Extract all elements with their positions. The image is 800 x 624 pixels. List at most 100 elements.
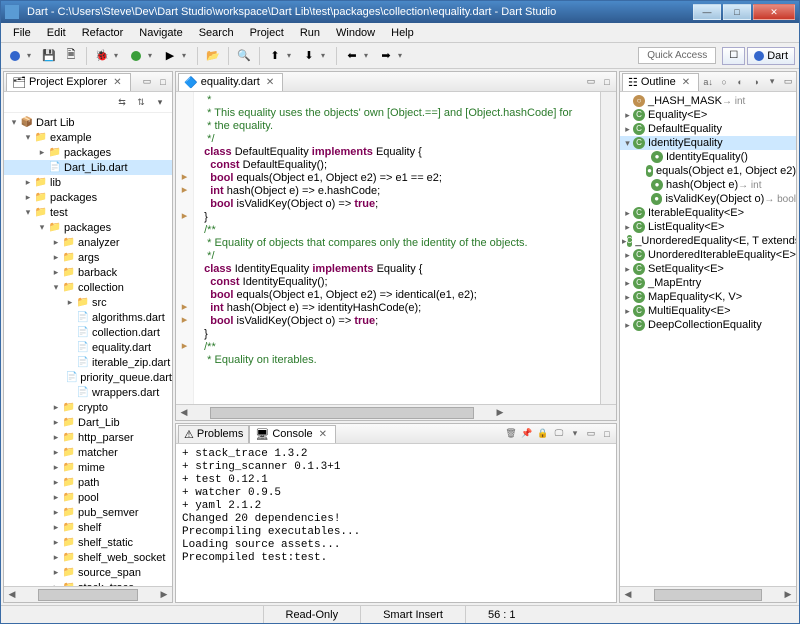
menu-search[interactable]: Search bbox=[191, 25, 242, 41]
tree-item[interactable]: iterable_zip.dart bbox=[4, 355, 172, 370]
problems-tab[interactable]: ⚠ Problems bbox=[178, 425, 249, 443]
tree-item[interactable]: ▸packages bbox=[4, 190, 172, 205]
back-dropdown[interactable]: ▾ bbox=[364, 51, 374, 60]
dart-perspective-button[interactable]: Dart bbox=[747, 47, 795, 65]
prev-annotation-dropdown[interactable]: ▾ bbox=[287, 51, 297, 60]
tree-item[interactable]: equality.dart bbox=[4, 340, 172, 355]
outline-toggle-icon[interactable]: ▸ bbox=[622, 320, 633, 331]
outline-item[interactable]: ●hash(Object e) → int bbox=[620, 178, 796, 192]
gutter-fold-icon[interactable]: ▸ bbox=[176, 209, 193, 222]
outline-toggle-icon[interactable]: ▸ bbox=[622, 278, 633, 289]
outline-tree[interactable]: ○_HASH_MASK → int▸CEquality<E>▸CDefaultE… bbox=[620, 92, 796, 586]
console-scroll-lock-button[interactable]: 🔒 bbox=[536, 427, 550, 441]
outline-item[interactable]: ●IdentityEquality() bbox=[620, 150, 796, 164]
next-annotation-dropdown[interactable]: ▾ bbox=[321, 51, 331, 60]
next-annotation-button[interactable]: ⬇ bbox=[299, 46, 319, 66]
tree-item[interactable]: ▾test bbox=[4, 205, 172, 220]
outline-item[interactable]: ▾CIdentityEquality bbox=[620, 136, 796, 150]
outline-toggle-icon[interactable]: ▸ bbox=[622, 306, 633, 317]
editor-tab[interactable]: 🔷 equality.dart ✕ bbox=[178, 73, 283, 91]
debug-button[interactable]: 🐞 bbox=[92, 46, 112, 66]
tree-item[interactable]: priority_queue.dart bbox=[4, 370, 172, 385]
gutter-fold-icon[interactable]: ▸ bbox=[176, 339, 193, 352]
menu-project[interactable]: Project bbox=[242, 25, 292, 41]
tree-item[interactable]: ▸packages bbox=[4, 145, 172, 160]
tree-item[interactable]: ▸source_span bbox=[4, 565, 172, 580]
close-button[interactable]: ✕ bbox=[753, 4, 795, 20]
tree-item[interactable]: ▾packages bbox=[4, 220, 172, 235]
tree-item[interactable]: collection.dart bbox=[4, 325, 172, 340]
tree-toggle-icon[interactable]: ▾ bbox=[8, 117, 20, 128]
outline-toggle-icon[interactable]: ▸ bbox=[622, 208, 633, 219]
outline-item[interactable]: ▸CSetEquality<E> bbox=[620, 262, 796, 276]
menu-edit[interactable]: Edit bbox=[39, 25, 74, 41]
tree-toggle-icon[interactable]: ▸ bbox=[50, 507, 62, 518]
tree-item[interactable]: ▸mime bbox=[4, 460, 172, 475]
outline-minimize-button[interactable]: ▭ bbox=[781, 75, 795, 89]
console-display-button[interactable]: 🖵 bbox=[552, 427, 566, 441]
forward-dropdown[interactable]: ▾ bbox=[398, 51, 408, 60]
outline-hide-fields-button[interactable]: ○ bbox=[717, 75, 731, 89]
tree-toggle-icon[interactable]: ▸ bbox=[50, 432, 62, 443]
gutter-fold-icon[interactable]: ▸ bbox=[176, 183, 193, 196]
menu-window[interactable]: Window bbox=[328, 25, 383, 41]
quick-access-input[interactable]: Quick Access bbox=[638, 47, 716, 64]
tree-toggle-icon[interactable]: ▸ bbox=[50, 237, 62, 248]
tree-item[interactable]: ▸shelf_web_socket bbox=[4, 550, 172, 565]
outline-scrollbar-h[interactable]: ◀▶ bbox=[620, 586, 796, 602]
console-maximize-button[interactable]: □ bbox=[600, 427, 614, 441]
tree-toggle-icon[interactable]: ▸ bbox=[50, 537, 62, 548]
tree-toggle-icon[interactable]: ▸ bbox=[50, 477, 62, 488]
tree-item[interactable]: ▸matcher bbox=[4, 445, 172, 460]
tree-toggle-icon[interactable]: ▸ bbox=[50, 417, 62, 428]
tree-item[interactable]: ▾example bbox=[4, 130, 172, 145]
outline-item[interactable]: ○_HASH_MASK → int bbox=[620, 94, 796, 108]
tree-item[interactable]: ▸pool bbox=[4, 490, 172, 505]
save-all-button[interactable]: 🗎 bbox=[61, 46, 81, 66]
tree-item[interactable]: ▸barback bbox=[4, 265, 172, 280]
tree-item[interactable]: ▾Dart Lib bbox=[4, 115, 172, 130]
tree-item[interactable]: ▸lib bbox=[4, 175, 172, 190]
tree-item[interactable]: wrappers.dart bbox=[4, 385, 172, 400]
project-explorer-tab[interactable]: 🗂 Project Explorer ✕ bbox=[6, 73, 131, 91]
tree-toggle-icon[interactable]: ▸ bbox=[50, 492, 62, 503]
tree-item[interactable]: ▸args bbox=[4, 250, 172, 265]
editor-scrollbar-v[interactable] bbox=[600, 92, 616, 404]
minimize-button[interactable]: — bbox=[693, 4, 721, 20]
maximize-button[interactable]: □ bbox=[723, 4, 751, 20]
tree-item[interactable]: algorithms.dart bbox=[4, 310, 172, 325]
menu-file[interactable]: File bbox=[5, 25, 39, 41]
outline-tab-close-icon[interactable]: ✕ bbox=[679, 77, 693, 88]
editor-minimize-button[interactable]: ▭ bbox=[584, 75, 598, 89]
tree-item[interactable]: ▸http_parser bbox=[4, 430, 172, 445]
outline-toggle-icon[interactable]: ▸ bbox=[622, 264, 633, 275]
gutter-fold-icon[interactable]: ▸ bbox=[176, 313, 193, 326]
run-last-button[interactable]: ▶ bbox=[160, 46, 180, 66]
outline-toggle-icon[interactable]: ▸ bbox=[622, 124, 633, 135]
tree-item[interactable]: ▸shelf_static bbox=[4, 535, 172, 550]
outline-toggle-icon[interactable]: ▸ bbox=[622, 292, 633, 303]
tree-item[interactable]: ▸shelf bbox=[4, 520, 172, 535]
tree-item[interactable]: Dart_Lib.dart bbox=[4, 160, 172, 175]
code-editor[interactable]: ▸▸▸▸▸▸ * * This equality uses the object… bbox=[176, 92, 616, 404]
view-menu-button[interactable]: ▾ bbox=[152, 94, 168, 110]
tree-toggle-icon[interactable]: ▸ bbox=[50, 462, 62, 473]
outline-item[interactable]: ▸CIterableEquality<E> bbox=[620, 206, 796, 220]
debug-dropdown[interactable]: ▾ bbox=[114, 51, 124, 60]
gutter-fold-icon[interactable]: ▸ bbox=[176, 300, 193, 313]
open-type-button[interactable]: 📂 bbox=[203, 46, 223, 66]
outline-item[interactable]: ▸CEquality<E> bbox=[620, 108, 796, 122]
menu-refactor[interactable]: Refactor bbox=[74, 25, 132, 41]
tree-toggle-icon[interactable]: ▸ bbox=[50, 567, 62, 578]
tree-item[interactable]: ▸Dart_Lib bbox=[4, 415, 172, 430]
tree-toggle-icon[interactable]: ▾ bbox=[50, 282, 62, 293]
editor-maximize-button[interactable]: □ bbox=[600, 75, 614, 89]
tree-toggle-icon[interactable]: ▸ bbox=[50, 402, 62, 413]
outline-tab[interactable]: ☷ Outline ✕ bbox=[622, 73, 699, 91]
tree-item[interactable]: ▸crypto bbox=[4, 400, 172, 415]
explorer-scrollbar-h[interactable]: ◀▶ bbox=[4, 586, 172, 602]
menu-run[interactable]: Run bbox=[292, 25, 328, 41]
outline-item[interactable]: ▸CDefaultEquality bbox=[620, 122, 796, 136]
console-tab[interactable]: 🖥 Console ✕ bbox=[249, 425, 336, 443]
gutter-fold-icon[interactable]: ▸ bbox=[176, 170, 193, 183]
